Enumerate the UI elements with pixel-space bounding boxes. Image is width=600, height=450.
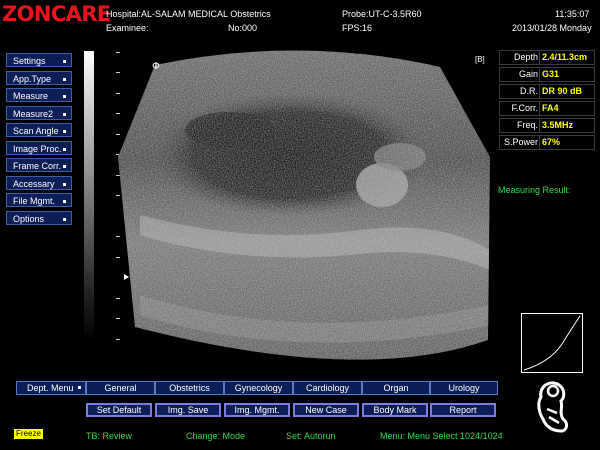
ultrasound-image[interactable]: Φ [B]: [100, 45, 500, 375]
parameter-panel: Depth 2.4/11.3cm Gain G31 D.R. DR 90 dB F.C…: [499, 50, 595, 152]
param-dynamic-range: D.R. DR 90 dB: [499, 84, 595, 99]
examinee-label: Examinee:: [106, 23, 149, 33]
param-label: Freq.: [516, 120, 538, 130]
clock-date: 2013/01/28 Monday: [512, 23, 592, 33]
menu-label: Settings: [13, 56, 46, 66]
menu-bullet-icon: [63, 183, 66, 186]
status-change: Change: Mode: [186, 431, 246, 441]
menu-bullet-icon: [63, 60, 66, 63]
fps-label: FPS:16: [342, 23, 373, 33]
param-frequency: Freq. 3.5MHz: [499, 118, 595, 133]
menu-bullet-icon: [78, 386, 81, 389]
menu-scan-angle[interactable]: Scan Angle: [6, 123, 72, 137]
dept-menu-button[interactable]: Dept. Menu: [16, 381, 86, 395]
param-label: F.Corr.: [511, 103, 538, 113]
menu-bullet-icon: [63, 95, 66, 98]
menu-bullet-icon: [63, 165, 66, 168]
param-gain: Gain G31: [499, 67, 595, 82]
menu-label: Frame Corr.: [13, 161, 62, 171]
menu-bullet-icon: [63, 200, 66, 203]
menu-label: File Mgmt.: [13, 196, 56, 206]
param-label: D.R.: [520, 86, 538, 96]
menu-label: Measure: [13, 91, 49, 101]
menu-app-type[interactable]: App.Type: [6, 71, 72, 85]
param-frame-corr: F.Corr. FA4: [499, 101, 595, 116]
status-tb: TB: Review: [86, 431, 133, 441]
menu-label: App.Type: [13, 74, 52, 84]
menu-bullet-icon: [63, 78, 66, 81]
menu-label: Scan Angle: [13, 126, 59, 136]
img-save-button[interactable]: Img. Save: [155, 403, 221, 417]
param-sound-power: S.Power 67%: [499, 135, 595, 150]
patient-no: No:000: [228, 23, 258, 33]
body-mark-button[interactable]: Body Mark: [362, 403, 428, 417]
menu-label: Image Proc.: [13, 144, 62, 154]
hospital-label: Hospital:AL-SALAM MEDICAL Obstetrics: [106, 9, 271, 19]
param-value: G31: [542, 69, 560, 79]
status-set: Set: Autorun: [286, 431, 336, 441]
param-depth: Depth 2.4/11.3cm: [499, 50, 595, 65]
tab-urology[interactable]: Urology: [430, 381, 498, 395]
menu-bullet-icon: [63, 218, 66, 221]
menu-bullet-icon: [63, 113, 66, 116]
menu-label: Accessary: [13, 179, 55, 189]
grayscale-bar: [84, 51, 94, 342]
menu-bullet-icon: [63, 130, 66, 133]
clock-time: 11:35:07: [555, 9, 590, 19]
dept-menu-label: Dept. Menu: [27, 383, 74, 393]
param-label: S.Power: [503, 137, 538, 147]
param-value: FA4: [542, 103, 559, 113]
menu-image-proc[interactable]: Image Proc.: [6, 141, 72, 155]
tab-gynecology[interactable]: Gynecology: [224, 381, 293, 395]
probe-label: Probe:UT-C-3.5R60: [342, 9, 422, 19]
set-default-button[interactable]: Set Default: [86, 403, 152, 417]
param-value: 67%: [542, 137, 561, 147]
menu-accessary[interactable]: Accessary: [6, 176, 72, 190]
frame-badge: [B]: [475, 55, 485, 64]
menu-label: Options: [13, 214, 45, 224]
menu-settings[interactable]: Settings: [6, 53, 72, 67]
fetus-body-mark-icon[interactable]: [531, 379, 571, 435]
menu-file-mgmt[interactable]: File Mgmt.: [6, 193, 72, 207]
menu-measure2[interactable]: Measure2: [6, 106, 72, 120]
tab-obstetrics[interactable]: Obstetrics: [155, 381, 224, 395]
tab-organ[interactable]: Organ: [362, 381, 430, 395]
zoncare-logo: ZONCARE: [2, 2, 111, 26]
gain-curve-icon: [521, 313, 583, 373]
focus-glyph: Φ: [152, 61, 160, 72]
menu-label: Measure2: [13, 109, 54, 119]
menu-frame-corr[interactable]: Frame Corr.: [6, 158, 72, 172]
menu-measure[interactable]: Measure: [6, 88, 72, 102]
freeze-indicator[interactable]: Freeze: [14, 429, 43, 439]
param-label: Gain: [518, 69, 538, 79]
menu-options[interactable]: Options: [6, 211, 72, 225]
menu-bullet-icon: [63, 148, 66, 151]
param-label: Depth: [513, 52, 538, 62]
param-value: 3.5MHz: [542, 120, 574, 130]
new-case-button[interactable]: New Case: [293, 403, 359, 417]
measuring-result-label: Measuring Result:: [498, 185, 571, 195]
tab-general[interactable]: General: [86, 381, 155, 395]
param-value: 2.4/11.3cm: [542, 52, 588, 62]
report-button[interactable]: Report: [430, 403, 496, 417]
tab-cardiology[interactable]: Cardiology: [293, 381, 362, 395]
param-value: DR 90 dB: [542, 86, 583, 96]
status-menu: Menu: Menu Select 1024/1024: [380, 431, 503, 441]
img-mgmt-button[interactable]: Img. Mgmt.: [224, 403, 290, 417]
